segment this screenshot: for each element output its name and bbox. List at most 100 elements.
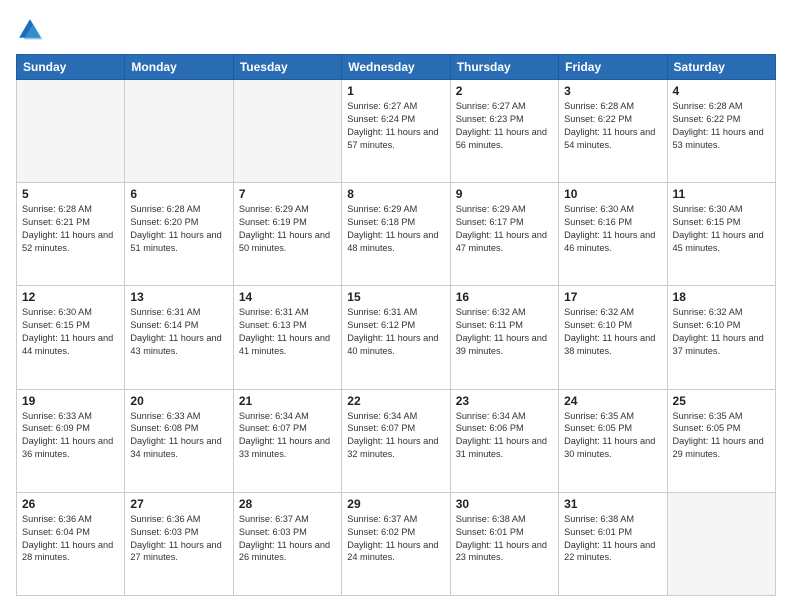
calendar-cell: 14 Sunrise: 6:31 AM Sunset: 6:13 PM Dayli… bbox=[233, 286, 341, 389]
calendar-week-row: 1 Sunrise: 6:27 AM Sunset: 6:24 PM Daylig… bbox=[17, 80, 776, 183]
calendar-cell: 22 Sunrise: 6:34 AM Sunset: 6:07 PM Dayli… bbox=[342, 389, 450, 492]
page: SundayMondayTuesdayWednesdayThursdayFrid… bbox=[0, 0, 792, 612]
calendar-cell bbox=[233, 80, 341, 183]
calendar-cell: 10 Sunrise: 6:30 AM Sunset: 6:16 PM Dayli… bbox=[559, 183, 667, 286]
day-info: Sunrise: 6:37 AM Sunset: 6:02 PM Dayligh… bbox=[347, 513, 444, 565]
calendar-week-row: 5 Sunrise: 6:28 AM Sunset: 6:21 PM Daylig… bbox=[17, 183, 776, 286]
calendar-cell: 31 Sunrise: 6:38 AM Sunset: 6:01 PM Dayli… bbox=[559, 492, 667, 595]
day-number: 24 bbox=[564, 394, 661, 408]
calendar-cell: 15 Sunrise: 6:31 AM Sunset: 6:12 PM Dayli… bbox=[342, 286, 450, 389]
day-number: 10 bbox=[564, 187, 661, 201]
calendar-week-row: 26 Sunrise: 6:36 AM Sunset: 6:04 PM Dayli… bbox=[17, 492, 776, 595]
day-info: Sunrise: 6:29 AM Sunset: 6:18 PM Dayligh… bbox=[347, 203, 444, 255]
day-number: 26 bbox=[22, 497, 119, 511]
day-info: Sunrise: 6:33 AM Sunset: 6:08 PM Dayligh… bbox=[130, 410, 227, 462]
logo-icon bbox=[16, 16, 44, 44]
day-number: 18 bbox=[673, 290, 770, 304]
day-info: Sunrise: 6:36 AM Sunset: 6:03 PM Dayligh… bbox=[130, 513, 227, 565]
day-info: Sunrise: 6:35 AM Sunset: 6:05 PM Dayligh… bbox=[673, 410, 770, 462]
calendar-cell: 21 Sunrise: 6:34 AM Sunset: 6:07 PM Dayli… bbox=[233, 389, 341, 492]
day-number: 1 bbox=[347, 84, 444, 98]
day-number: 31 bbox=[564, 497, 661, 511]
calendar-cell: 18 Sunrise: 6:32 AM Sunset: 6:10 PM Dayli… bbox=[667, 286, 775, 389]
weekday-header-wednesday: Wednesday bbox=[342, 55, 450, 80]
day-info: Sunrise: 6:28 AM Sunset: 6:21 PM Dayligh… bbox=[22, 203, 119, 255]
day-info: Sunrise: 6:28 AM Sunset: 6:22 PM Dayligh… bbox=[564, 100, 661, 152]
day-info: Sunrise: 6:35 AM Sunset: 6:05 PM Dayligh… bbox=[564, 410, 661, 462]
day-number: 11 bbox=[673, 187, 770, 201]
day-number: 22 bbox=[347, 394, 444, 408]
day-info: Sunrise: 6:30 AM Sunset: 6:16 PM Dayligh… bbox=[564, 203, 661, 255]
calendar-cell: 28Sunrise: 6:37 AM Sunset: 6:03 PM Dayli… bbox=[233, 492, 341, 595]
calendar-cell: 7Sunrise: 6:29 AM Sunset: 6:19 PM Daylig… bbox=[233, 183, 341, 286]
calendar-cell: 13 Sunrise: 6:31 AM Sunset: 6:14 PM Dayli… bbox=[125, 286, 233, 389]
day-number: 4 bbox=[673, 84, 770, 98]
calendar-cell: 23 Sunrise: 6:34 AM Sunset: 6:06 PM Dayli… bbox=[450, 389, 558, 492]
day-number: 23 bbox=[456, 394, 553, 408]
day-info: Sunrise: 6:34 AM Sunset: 6:07 PM Dayligh… bbox=[347, 410, 444, 462]
day-info: Sunrise: 6:31 AM Sunset: 6:12 PM Dayligh… bbox=[347, 306, 444, 358]
calendar-cell bbox=[17, 80, 125, 183]
weekday-header-thursday: Thursday bbox=[450, 55, 558, 80]
day-info: Sunrise: 6:31 AM Sunset: 6:13 PM Dayligh… bbox=[239, 306, 336, 358]
day-number: 27 bbox=[130, 497, 227, 511]
day-info: Sunrise: 6:34 AM Sunset: 6:07 PM Dayligh… bbox=[239, 410, 336, 462]
calendar-cell: 1 Sunrise: 6:27 AM Sunset: 6:24 PM Daylig… bbox=[342, 80, 450, 183]
calendar-cell bbox=[667, 492, 775, 595]
calendar-cell: 3 Sunrise: 6:28 AM Sunset: 6:22 PM Daylig… bbox=[559, 80, 667, 183]
weekday-header-sunday: Sunday bbox=[17, 55, 125, 80]
calendar-cell: 12Sunrise: 6:30 AM Sunset: 6:15 PM Dayli… bbox=[17, 286, 125, 389]
logo bbox=[16, 16, 48, 44]
day-info: Sunrise: 6:29 AM Sunset: 6:17 PM Dayligh… bbox=[456, 203, 553, 255]
day-info: Sunrise: 6:29 AM Sunset: 6:19 PM Dayligh… bbox=[239, 203, 336, 255]
weekday-header-tuesday: Tuesday bbox=[233, 55, 341, 80]
calendar-cell: 29 Sunrise: 6:37 AM Sunset: 6:02 PM Dayli… bbox=[342, 492, 450, 595]
calendar-cell: 11Sunrise: 6:30 AM Sunset: 6:15 PM Dayli… bbox=[667, 183, 775, 286]
day-info: Sunrise: 6:30 AM Sunset: 6:15 PM Dayligh… bbox=[22, 306, 119, 358]
calendar-cell: 27 Sunrise: 6:36 AM Sunset: 6:03 PM Dayli… bbox=[125, 492, 233, 595]
day-number: 5 bbox=[22, 187, 119, 201]
day-info: Sunrise: 6:28 AM Sunset: 6:22 PM Dayligh… bbox=[673, 100, 770, 152]
day-number: 15 bbox=[347, 290, 444, 304]
day-info: Sunrise: 6:38 AM Sunset: 6:01 PM Dayligh… bbox=[456, 513, 553, 565]
day-number: 14 bbox=[239, 290, 336, 304]
day-number: 9 bbox=[456, 187, 553, 201]
day-number: 2 bbox=[456, 84, 553, 98]
calendar-cell: 26 Sunrise: 6:36 AM Sunset: 6:04 PM Dayli… bbox=[17, 492, 125, 595]
day-info: Sunrise: 6:32 AM Sunset: 6:10 PM Dayligh… bbox=[564, 306, 661, 358]
day-info: Sunrise: 6:32 AM Sunset: 6:10 PM Dayligh… bbox=[673, 306, 770, 358]
calendar-week-row: 12Sunrise: 6:30 AM Sunset: 6:15 PM Dayli… bbox=[17, 286, 776, 389]
day-number: 20 bbox=[130, 394, 227, 408]
day-info: Sunrise: 6:38 AM Sunset: 6:01 PM Dayligh… bbox=[564, 513, 661, 565]
day-number: 8 bbox=[347, 187, 444, 201]
day-info: Sunrise: 6:31 AM Sunset: 6:14 PM Dayligh… bbox=[130, 306, 227, 358]
calendar-cell: 9 Sunrise: 6:29 AM Sunset: 6:17 PM Daylig… bbox=[450, 183, 558, 286]
day-number: 28 bbox=[239, 497, 336, 511]
day-number: 19 bbox=[22, 394, 119, 408]
calendar-cell bbox=[125, 80, 233, 183]
day-info: Sunrise: 6:36 AM Sunset: 6:04 PM Dayligh… bbox=[22, 513, 119, 565]
day-number: 29 bbox=[347, 497, 444, 511]
weekday-header-friday: Friday bbox=[559, 55, 667, 80]
day-info: Sunrise: 6:32 AM Sunset: 6:11 PM Dayligh… bbox=[456, 306, 553, 358]
day-info: Sunrise: 6:33 AM Sunset: 6:09 PM Dayligh… bbox=[22, 410, 119, 462]
calendar-table: SundayMondayTuesdayWednesdayThursdayFrid… bbox=[16, 54, 776, 596]
calendar-cell: 6 Sunrise: 6:28 AM Sunset: 6:20 PM Daylig… bbox=[125, 183, 233, 286]
day-number: 30 bbox=[456, 497, 553, 511]
day-number: 6 bbox=[130, 187, 227, 201]
weekday-header-monday: Monday bbox=[125, 55, 233, 80]
day-number: 17 bbox=[564, 290, 661, 304]
calendar-cell: 4 Sunrise: 6:28 AM Sunset: 6:22 PM Daylig… bbox=[667, 80, 775, 183]
calendar-week-row: 19 Sunrise: 6:33 AM Sunset: 6:09 PM Dayli… bbox=[17, 389, 776, 492]
day-number: 21 bbox=[239, 394, 336, 408]
day-number: 13 bbox=[130, 290, 227, 304]
day-info: Sunrise: 6:27 AM Sunset: 6:24 PM Dayligh… bbox=[347, 100, 444, 152]
calendar-cell: 8 Sunrise: 6:29 AM Sunset: 6:18 PM Daylig… bbox=[342, 183, 450, 286]
day-info: Sunrise: 6:28 AM Sunset: 6:20 PM Dayligh… bbox=[130, 203, 227, 255]
weekday-header-row: SundayMondayTuesdayWednesdayThursdayFrid… bbox=[17, 55, 776, 80]
day-number: 3 bbox=[564, 84, 661, 98]
calendar-cell: 30 Sunrise: 6:38 AM Sunset: 6:01 PM Dayli… bbox=[450, 492, 558, 595]
day-info: Sunrise: 6:34 AM Sunset: 6:06 PM Dayligh… bbox=[456, 410, 553, 462]
calendar-cell: 17 Sunrise: 6:32 AM Sunset: 6:10 PM Dayli… bbox=[559, 286, 667, 389]
calendar-cell: 19 Sunrise: 6:33 AM Sunset: 6:09 PM Dayli… bbox=[17, 389, 125, 492]
